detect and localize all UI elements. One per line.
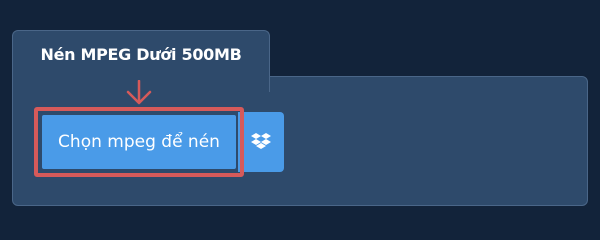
arrow-down-icon [126,80,152,105]
dropbox-icon [251,133,271,149]
highlight-frame: Chọn mpeg để nén [34,107,244,177]
choose-mpeg-button[interactable]: Chọn mpeg để nén [42,115,236,169]
dropbox-button[interactable] [238,112,284,172]
compressor-widget: Nén MPEG Dưới 500MB Chọn mpeg để nén [0,0,600,230]
tab-title: Nén MPEG Dưới 500MB [40,45,242,64]
